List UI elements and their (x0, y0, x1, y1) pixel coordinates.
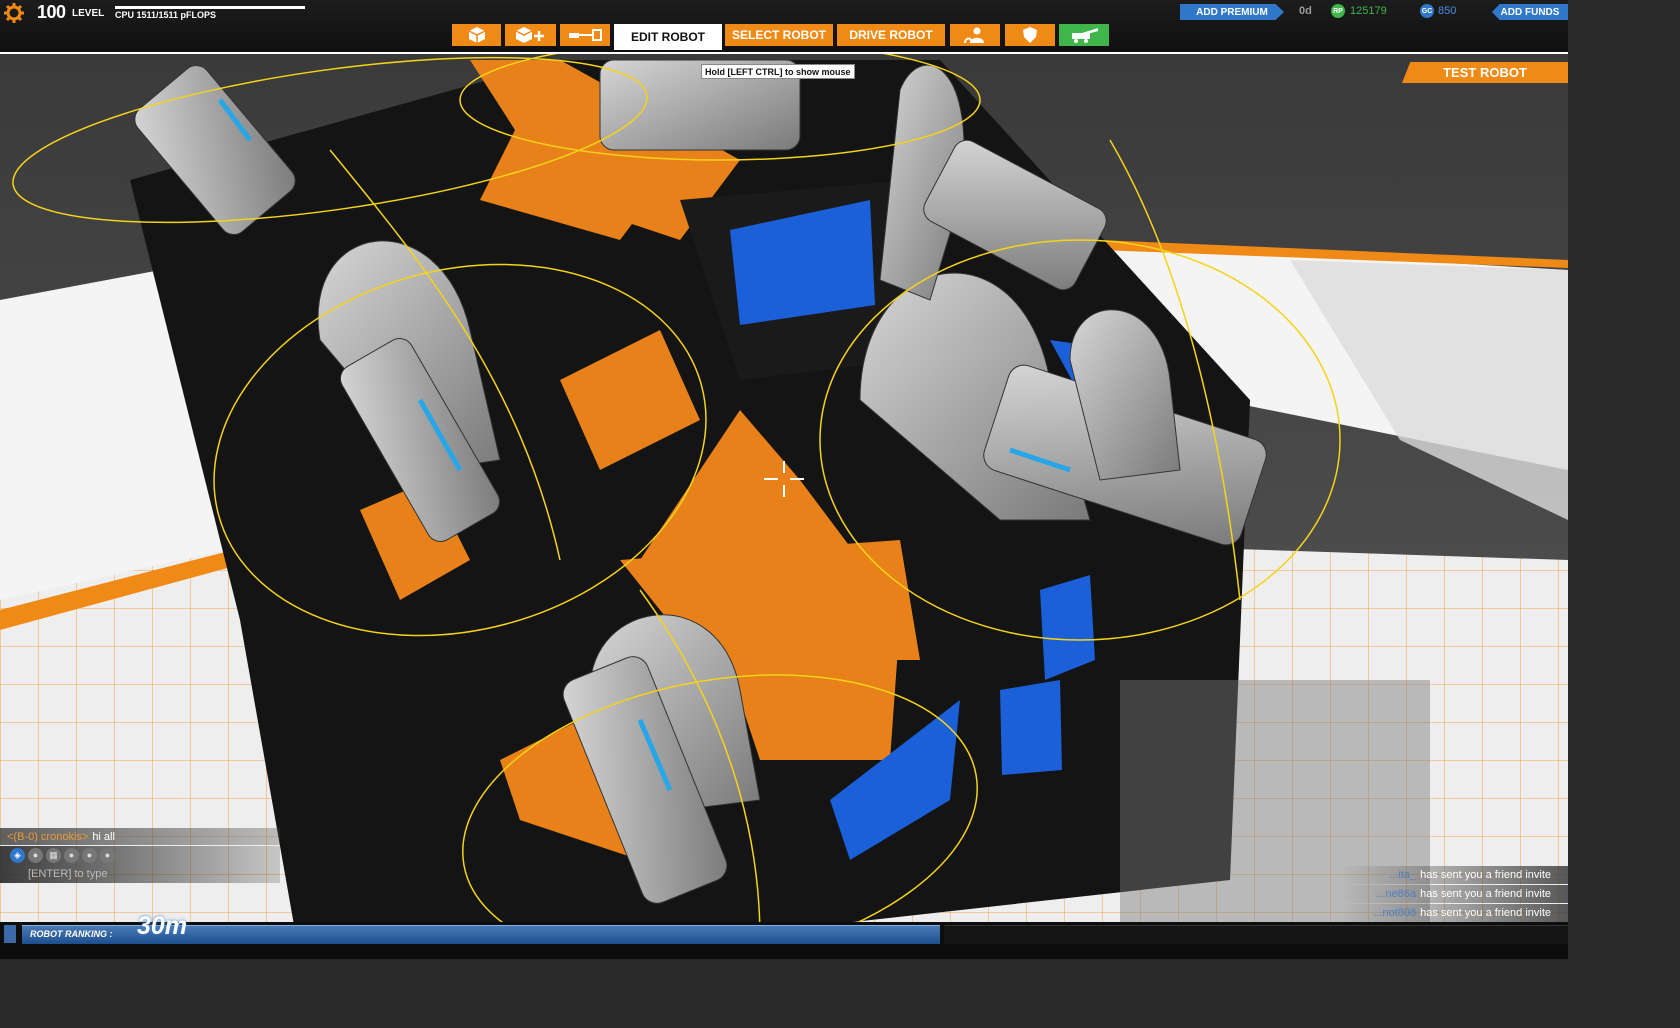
clan-icon[interactable]: ● (28, 847, 43, 863)
player-level-label: LEVEL (72, 8, 105, 19)
mouse-hint-tooltip: Hold [LEFT CTRL] to show mouse (701, 64, 855, 79)
add-funds-button[interactable]: ADD FUNDS (1492, 4, 1568, 20)
galaxy-coins-icon: GC (1420, 4, 1434, 18)
ranking-bar-start (4, 925, 16, 943)
friend-icon[interactable]: ● (64, 847, 79, 863)
top-bar: 100 LEVEL CPU 1511/1511 pFLOPS EDIT ROBO… (0, 0, 1568, 54)
chat-message-user: <(B-0) cronokis> (7, 830, 89, 843)
test-robot-button[interactable]: TEST ROBOT (1402, 62, 1568, 83)
friend-invite-notification: ...ne86a has sent you a friend invite (1340, 885, 1568, 903)
tab-select-robot[interactable]: SELECT ROBOT (725, 24, 833, 46)
robot-points-icon: RP (1331, 4, 1345, 18)
notification-user: ...not808 (1373, 907, 1417, 919)
globe-icon[interactable]: ◈ (10, 847, 25, 863)
galaxy-coins-value: 850 (1438, 5, 1457, 17)
cpu-usage-text: CPU 1511/1511 pFLOPS (115, 10, 217, 20)
tab-cube[interactable] (452, 24, 501, 46)
connector-icon (569, 29, 602, 41)
shield-icon (1023, 27, 1037, 43)
player-level-number: 100 (37, 2, 66, 22)
robot-ranking-value: 30m (137, 912, 188, 940)
friend-invite-notification: ...ita_ has sent you a friend invite (1340, 866, 1568, 884)
tab-players[interactable] (950, 24, 1000, 46)
cube-plus-icon (515, 27, 544, 43)
cpu-usage-bar (115, 6, 305, 9)
party-icon[interactable]: ▦ (46, 847, 61, 863)
tab-garage[interactable] (1059, 24, 1109, 46)
notification-text: has sent you a friend invite (1420, 907, 1551, 919)
friend-icon[interactable]: ● (100, 847, 115, 863)
premium-timer: 0d (1299, 5, 1312, 17)
add-premium-button[interactable]: ADD PREMIUM (1180, 4, 1284, 20)
ranking-progress-empty (944, 925, 1568, 944)
chat-message-text: hi all (92, 830, 115, 843)
tab-edit-robot[interactable]: EDIT ROBOT (614, 24, 722, 50)
notification-text: has sent you a friend invite (1420, 869, 1551, 881)
robot-ranking-label: ROBOT RANKING : (30, 929, 113, 939)
garage-icon (1072, 28, 1098, 43)
tab-cube-plus[interactable] (505, 24, 556, 46)
chat-channel-bar: ◈ ● ▦ ● ● ● (0, 846, 280, 864)
tab-drive-robot[interactable]: DRIVE ROBOT (837, 24, 945, 46)
chat-input[interactable]: [ENTER] to type (0, 864, 280, 883)
players-icon (964, 27, 984, 43)
robot-points-value: 125179 (1350, 5, 1387, 17)
notification-user: ...ita_ (1389, 869, 1417, 881)
friend-invite-notification: ...not808 has sent you a friend invite (1340, 904, 1568, 922)
gear-icon[interactable] (4, 3, 24, 23)
friend-icon[interactable]: ● (82, 847, 97, 863)
cube-icon (468, 27, 485, 43)
notification-text: has sent you a friend invite (1420, 888, 1551, 900)
notification-user: ...ne86a (1376, 888, 1417, 900)
chat-message: <(B-0) cronokis> hi all (0, 828, 280, 845)
tab-shield[interactable] (1005, 24, 1055, 46)
tab-connector[interactable] (560, 24, 610, 46)
crosshair-icon (764, 461, 804, 497)
